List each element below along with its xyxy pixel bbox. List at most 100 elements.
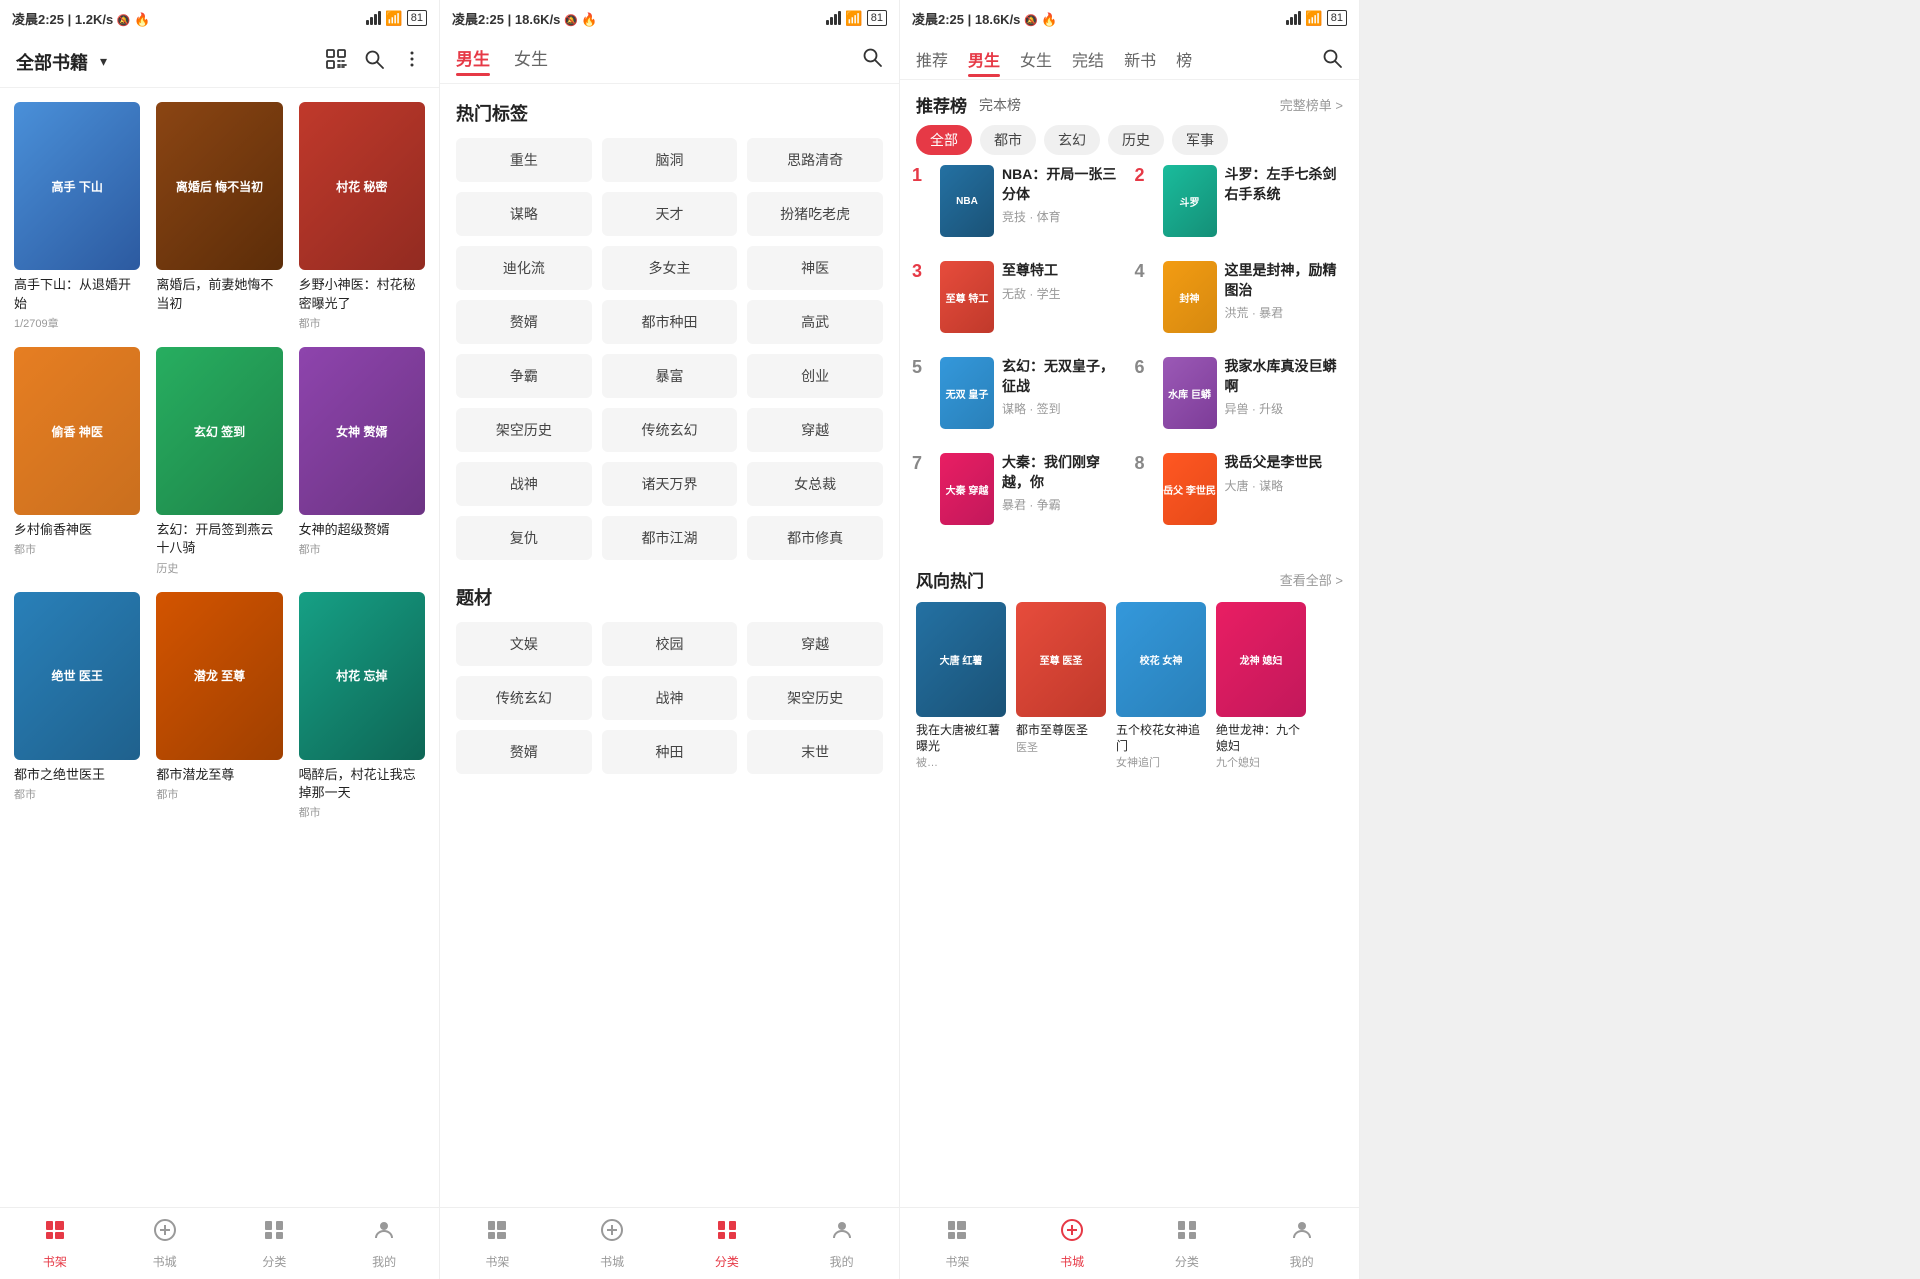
hot-tag-btn[interactable]: 多女主 <box>602 246 738 290</box>
category-search-icon[interactable] <box>861 46 883 74</box>
book-item[interactable]: 潜龙 至尊 都市潜龙至尊 都市 <box>156 592 282 821</box>
hot-tag-btn[interactable]: 创业 <box>747 354 883 398</box>
hot-book-item[interactable]: 大唐 红薯 我在大唐被红薯曝光 被… <box>916 602 1006 770</box>
rank-info: 我岳父是李世民 大唐 · 谋略 <box>1225 453 1348 494</box>
rank-section-sub[interactable]: 完本榜 <box>979 95 1021 115</box>
hot-tag-btn[interactable]: 都市修真 <box>747 516 883 560</box>
subject-tag-btn[interactable]: 传统玄幻 <box>456 676 592 720</box>
filter-pill-都市[interactable]: 都市 <box>980 125 1036 155</box>
book-item[interactable]: 绝世 医王 都市之绝世医王 都市 <box>14 592 140 821</box>
hot-tag-btn[interactable]: 暴富 <box>602 354 738 398</box>
book-item[interactable]: 村花 秘密 乡野小神医：村花秘密曝光了 都市 <box>299 102 425 331</box>
hot-tag-btn[interactable]: 思路清奇 <box>747 138 883 182</box>
subject-tag-btn[interactable]: 文娱 <box>456 622 592 666</box>
hot-tag-btn[interactable]: 穿越 <box>747 408 883 452</box>
rankings-tab-完结[interactable]: 完结 <box>1072 47 1104 75</box>
hot-tag-btn[interactable]: 扮猪吃老虎 <box>747 192 883 236</box>
book-item[interactable]: 高手 下山 高手下山：从退婚开始 1/2709章 <box>14 102 140 331</box>
hot-tag-btn[interactable]: 女总裁 <box>747 462 883 506</box>
rankings-search-icon[interactable] <box>1321 47 1343 75</box>
hot-tag-btn[interactable]: 重生 <box>456 138 592 182</box>
wifi-icon: 📶 <box>1305 10 1322 27</box>
book-genre: 都市 <box>299 804 425 820</box>
rankings-tab-男生[interactable]: 男生 <box>968 47 1000 75</box>
book-item[interactable]: 偷香 神医 乡村偷香神医 都市 <box>14 347 140 576</box>
scan-icon[interactable] <box>325 48 347 76</box>
nav-item-分类[interactable]: 分类 <box>1130 1218 1245 1270</box>
hot-book-item[interactable]: 至尊 医圣 都市至尊医圣 医圣 <box>1016 602 1106 770</box>
hot-tag-btn[interactable]: 架空历史 <box>456 408 592 452</box>
rankings-tab-推荐[interactable]: 推荐 <box>916 47 948 75</box>
subject-tag-btn[interactable]: 架空历史 <box>747 676 883 720</box>
nav-label-书城: 书城 <box>600 1253 624 1270</box>
nav-item-书架[interactable]: 书架 <box>440 1218 555 1270</box>
rank-item[interactable]: 6 水库 巨蟒 我家水库真没巨蟒啊 异兽 · 升级 <box>1135 357 1348 429</box>
hot-book-item[interactable]: 校花 女神 五个校花女神追门 女神追门 <box>1116 602 1206 770</box>
hot-book-item[interactable]: 龙神 媳妇 绝世龙神：九个媳妇 九个媳妇 <box>1216 602 1306 770</box>
hot-tag-btn[interactable]: 迪化流 <box>456 246 592 290</box>
nav-item-书架[interactable]: 书架 <box>900 1218 1015 1270</box>
nav-item-我的[interactable]: 我的 <box>784 1218 899 1270</box>
rank-item[interactable]: 7 大秦 穿越 大秦：我们刚穿越，你 暴君 · 争霸 <box>912 453 1125 525</box>
nav-item-书架[interactable]: 书架 <box>0 1218 110 1270</box>
rank-item[interactable]: 2 斗罗 斗罗：左手七杀剑右手系统 <box>1135 165 1348 237</box>
filter-pill-玄幻[interactable]: 玄幻 <box>1044 125 1100 155</box>
nav-item-分类[interactable]: 分类 <box>670 1218 785 1270</box>
nav-item-书城[interactable]: 书城 <box>110 1218 220 1270</box>
hot-tag-btn[interactable]: 都市江湖 <box>602 516 738 560</box>
hot-tag-btn[interactable]: 高武 <box>747 300 883 344</box>
rank-number: 1 <box>912 165 932 186</box>
hot-tag-btn[interactable]: 战神 <box>456 462 592 506</box>
subject-tag-btn[interactable]: 校园 <box>602 622 738 666</box>
filter-pill-全部[interactable]: 全部 <box>916 125 972 155</box>
rank-item[interactable]: 4 封神 这里是封神，励精图治 洪荒 · 暴君 <box>1135 261 1348 333</box>
nav-item-我的[interactable]: 我的 <box>1244 1218 1359 1270</box>
rank-item[interactable]: 5 无双 皇子 玄幻：无双皇子，征战 谋略 · 签到 <box>912 357 1125 429</box>
hot-tag-btn[interactable]: 谋略 <box>456 192 592 236</box>
filter-pill-历史[interactable]: 历史 <box>1108 125 1164 155</box>
rank-view-all[interactable]: 完整榜单 > <box>1280 95 1343 114</box>
book-cover: 女神 赘婿 <box>299 347 425 515</box>
hot-tag-btn[interactable]: 天才 <box>602 192 738 236</box>
hot-tag-btn[interactable]: 诸天万界 <box>602 462 738 506</box>
hot-tag-btn[interactable]: 复仇 <box>456 516 592 560</box>
subjects-grid: 文娱校园穿越传统玄幻战神架空历史赘婿种田末世 <box>440 622 899 782</box>
search-icon[interactable] <box>363 48 385 76</box>
subject-tag-btn[interactable]: 末世 <box>747 730 883 774</box>
subject-tag-btn[interactable]: 穿越 <box>747 622 883 666</box>
nav-icon-分类 <box>715 1218 739 1249</box>
nav-item-书城[interactable]: 书城 <box>1015 1218 1130 1270</box>
hot-tag-btn[interactable]: 神医 <box>747 246 883 290</box>
rank-item[interactable]: 1 NBA NBA：开局一张三分体 竞技 · 体育 <box>912 165 1125 237</box>
rankings-tab-新书[interactable]: 新书 <box>1124 47 1156 75</box>
header-dropdown-icon[interactable]: ▾ <box>100 53 107 70</box>
rankings-tab-女生[interactable]: 女生 <box>1020 47 1052 75</box>
hot-view-all-btn[interactable]: 查看全部 > <box>1280 570 1343 589</box>
nav-item-分类[interactable]: 分类 <box>220 1218 330 1270</box>
subject-tag-btn[interactable]: 战神 <box>602 676 738 720</box>
book-item[interactable]: 村花 忘掉 喝醉后，村花让我忘掉那一天 都市 <box>299 592 425 821</box>
nav-icon-书架 <box>945 1218 969 1249</box>
tab-男生[interactable]: 男生 <box>456 45 490 74</box>
tab-女生[interactable]: 女生 <box>514 45 548 74</box>
nav-item-书城[interactable]: 书城 <box>555 1218 670 1270</box>
hot-tag-btn[interactable]: 争霸 <box>456 354 592 398</box>
nav-item-我的[interactable]: 我的 <box>329 1218 439 1270</box>
subject-tag-btn[interactable]: 种田 <box>602 730 738 774</box>
nav-label-我的: 我的 <box>830 1253 854 1270</box>
rank-item[interactable]: 3 至尊 特工 至尊特工 无敌 · 学生 <box>912 261 1125 333</box>
rank-number: 7 <box>912 453 932 474</box>
book-item[interactable]: 离婚后 悔不当初 离婚后，前妻她悔不当初 <box>156 102 282 331</box>
rankings-tab-榜[interactable]: 榜 <box>1176 47 1192 75</box>
hot-tag-btn[interactable]: 都市种田 <box>602 300 738 344</box>
more-icon[interactable] <box>401 48 423 75</box>
hot-tag-btn[interactable]: 传统玄幻 <box>602 408 738 452</box>
rank-item[interactable]: 8 岳父 李世民 我岳父是李世民 大唐 · 谋略 <box>1135 453 1348 525</box>
hot-tag-btn[interactable]: 脑洞 <box>602 138 738 182</box>
hot-tag-btn[interactable]: 赘婿 <box>456 300 592 344</box>
subject-tag-btn[interactable]: 赘婿 <box>456 730 592 774</box>
book-item[interactable]: 玄幻 签到 玄幻：开局签到燕云十八骑 历史 <box>156 347 282 576</box>
hot-books-list: 大唐 红薯 我在大唐被红薯曝光 被… 至尊 医圣 都市至尊医圣 医圣 校花 女神… <box>916 602 1343 770</box>
book-item[interactable]: 女神 赘婿 女神的超级赘婿 都市 <box>299 347 425 576</box>
filter-pill-军事[interactable]: 军事 <box>1172 125 1228 155</box>
